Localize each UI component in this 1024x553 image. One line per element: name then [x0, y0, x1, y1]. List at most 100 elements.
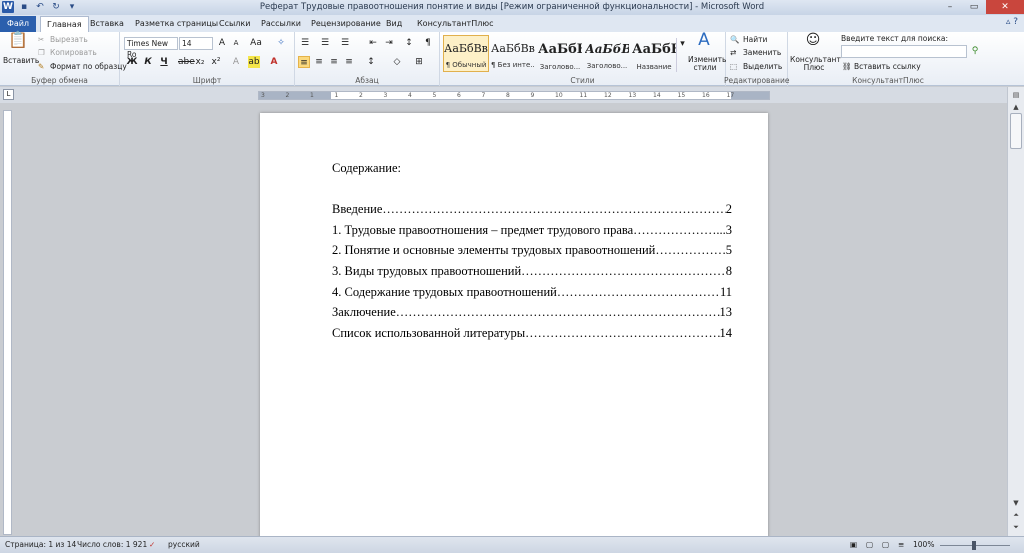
ruler-tick-label: 15 — [677, 92, 686, 99]
subscript-icon[interactable]: x₂ — [194, 56, 206, 68]
next-page-icon[interactable]: ⏷ — [1010, 521, 1022, 533]
word-count[interactable]: Число слов: 1 921 — [77, 540, 147, 549]
view-print-layout-icon[interactable]: ▣ — [850, 540, 857, 549]
format-painter-button[interactable]: Формат по образцу — [50, 62, 127, 71]
horizontal-ruler[interactable]: 3 2 1 1 2 3 4 5 6 7 8 9 10 11 12 13 14 15 16 17 — [258, 91, 770, 100]
numbering-icon[interactable]: ☰ — [319, 37, 331, 49]
borders-icon[interactable]: ⊞ — [413, 56, 425, 68]
consultant-search-input[interactable] — [841, 45, 967, 58]
document-body[interactable]: Содержание: Введение……………………………………………………… — [332, 161, 732, 347]
zoom-level[interactable]: 100% — [913, 540, 934, 549]
style-title[interactable]: АаБбЕ Название — [631, 35, 677, 72]
style-no-spacing[interactable]: АаБбВвI ¶ Без инте... — [490, 35, 536, 72]
underline-button[interactable]: Ч — [158, 56, 170, 68]
grow-font-icon[interactable]: A — [216, 37, 228, 49]
replace-button[interactable]: Заменить — [743, 48, 781, 57]
styles-more-icon[interactable]: ▾ — [676, 38, 688, 72]
scroll-up-icon[interactable]: ▲ — [1010, 101, 1022, 113]
bullets-icon[interactable]: ☰ — [299, 37, 311, 49]
toc-entry[interactable]: Заключение………………………………………………………………………………… — [332, 305, 732, 326]
decrease-indent-icon[interactable]: ⇤ — [367, 37, 379, 49]
view-outline-icon[interactable]: ≡ — [898, 540, 904, 549]
scissors-icon: ✂ — [38, 35, 45, 44]
multilevel-list-icon[interactable]: ☰ — [339, 37, 351, 49]
tab-view[interactable]: Вид — [380, 16, 408, 32]
toc-entry[interactable]: 3. Виды трудовых правоотношений………………………… — [332, 264, 732, 285]
paste-button[interactable]: Вставить — [3, 56, 39, 65]
vertical-ruler[interactable] — [3, 110, 12, 535]
cut-button[interactable]: Вырезать — [50, 35, 88, 44]
show-marks-icon[interactable]: ¶ — [422, 37, 434, 49]
align-right-icon[interactable]: ≡ — [328, 56, 340, 68]
style-heading-1[interactable]: АаБбЕ Заголово... — [537, 35, 583, 72]
italic-button[interactable]: К — [142, 56, 154, 68]
toc-entry[interactable]: 2. Понятие и основные элементы трудовых … — [332, 243, 732, 264]
font-size-select[interactable]: 14 — [179, 37, 213, 50]
tab-mailings[interactable]: Рассылки — [255, 16, 307, 32]
font-family-select[interactable]: Times New Ro — [124, 37, 178, 59]
change-styles-button[interactable]: Изменить стили — [688, 56, 726, 72]
search-icon[interactable]: ⚲ — [969, 45, 981, 57]
toc-entry[interactable]: 1. Трудовые правоотношения – предмет тру… — [332, 223, 732, 244]
increase-indent-icon[interactable]: ⇥ — [383, 37, 395, 49]
zoom-slider-thumb[interactable] — [972, 541, 976, 550]
highlight-icon[interactable]: ab — [248, 56, 260, 68]
toc-entry-title: 2. Понятие и основные элементы трудовых … — [332, 243, 656, 258]
text-effects-icon[interactable]: A — [230, 56, 242, 68]
tab-page-layout[interactable]: Разметка страницы — [129, 16, 224, 32]
consultant-avatar-icon[interactable]: ☺ — [802, 33, 824, 54]
ribbon: 📋 Вставить Вырезать Копировать Формат по… — [0, 32, 1024, 86]
document-page[interactable]: Содержание: Введение……………………………………………………… — [260, 113, 768, 553]
insert-link-button[interactable]: Вставить ссылку — [854, 62, 921, 71]
prev-page-icon[interactable]: ⏶ — [1010, 509, 1022, 521]
style-heading-2[interactable]: АаБбВ Заголово... — [584, 35, 630, 72]
tab-home[interactable]: Главная — [40, 16, 89, 32]
replace-icon: ⇄ — [730, 48, 737, 57]
toc-entry[interactable]: Введение……………………………………………………………………………………… — [332, 202, 732, 223]
tab-selector-icon[interactable]: L — [3, 89, 14, 100]
select-button[interactable]: Выделить — [743, 62, 782, 71]
clear-format-icon[interactable]: ✧ — [275, 37, 287, 49]
align-left-icon[interactable]: ≡ — [298, 56, 310, 68]
superscript-icon[interactable]: x² — [210, 56, 222, 68]
toc-entry-page: 14 — [719, 326, 733, 341]
paste-icon[interactable]: 📋 — [8, 32, 28, 56]
scroll-thumb[interactable] — [1010, 113, 1022, 149]
minimize-icon[interactable]: – — [938, 0, 962, 14]
tab-consultant[interactable]: КонсультантПлюс — [411, 16, 499, 32]
view-full-screen-icon[interactable]: ▢ — [866, 540, 873, 549]
line-spacing-icon[interactable]: ↕ — [365, 56, 377, 68]
bold-button[interactable]: Ж — [126, 56, 138, 68]
consultant-button[interactable]: Консультант Плюс — [790, 56, 841, 72]
strikethrough-icon[interactable]: abe — [178, 56, 195, 68]
shading-icon[interactable]: ◇ — [391, 56, 403, 68]
sort-icon[interactable]: ↕ — [403, 37, 415, 49]
language[interactable]: русский — [168, 540, 200, 549]
toc-entry[interactable]: 4. Содержание трудовых правоотношений………… — [332, 285, 732, 306]
shrink-font-icon[interactable]: A — [230, 37, 242, 49]
tab-references[interactable]: Ссылки — [213, 16, 256, 32]
change-case-icon[interactable]: Aa — [250, 37, 262, 49]
style-normal[interactable]: АаБбВвI ¶ Обычный — [443, 35, 489, 72]
tab-insert[interactable]: Вставка — [84, 16, 130, 32]
toc-entry[interactable]: Список использованной литературы……………………… — [332, 326, 732, 347]
view-ruler-icon[interactable]: ▤ — [1010, 89, 1022, 101]
maximize-icon[interactable]: ▭ — [962, 0, 986, 14]
font-color-icon[interactable]: A — [268, 56, 280, 68]
tab-review[interactable]: Рецензирование — [305, 16, 387, 32]
ruler-tick-label: 3 — [383, 92, 388, 99]
change-styles-icon[interactable]: A — [692, 32, 716, 54]
copy-button[interactable]: Копировать — [50, 48, 97, 57]
close-icon[interactable]: ✕ — [986, 0, 1024, 14]
scroll-down-icon[interactable]: ▼ — [1010, 497, 1022, 509]
vertical-scrollbar[interactable]: ▤ ▲ ▼ ⏶ ⏷ — [1007, 87, 1024, 536]
view-web-icon[interactable]: ▢ — [882, 540, 889, 549]
proofing-icon[interactable]: ✓ — [149, 540, 155, 549]
justify-icon[interactable]: ≡ — [343, 56, 355, 68]
align-center-icon[interactable]: ≡ — [313, 56, 325, 68]
find-button[interactable]: Найти — [743, 35, 767, 44]
page-count[interactable]: Страница: 1 из 14 — [5, 540, 76, 549]
help-icon[interactable]: ▵ ? — [1006, 17, 1018, 27]
toc-leader: …………………………………………………………………………………………………………… — [382, 202, 725, 216]
toc-leader: …………………………………………………………………………………………………………… — [633, 222, 716, 237]
